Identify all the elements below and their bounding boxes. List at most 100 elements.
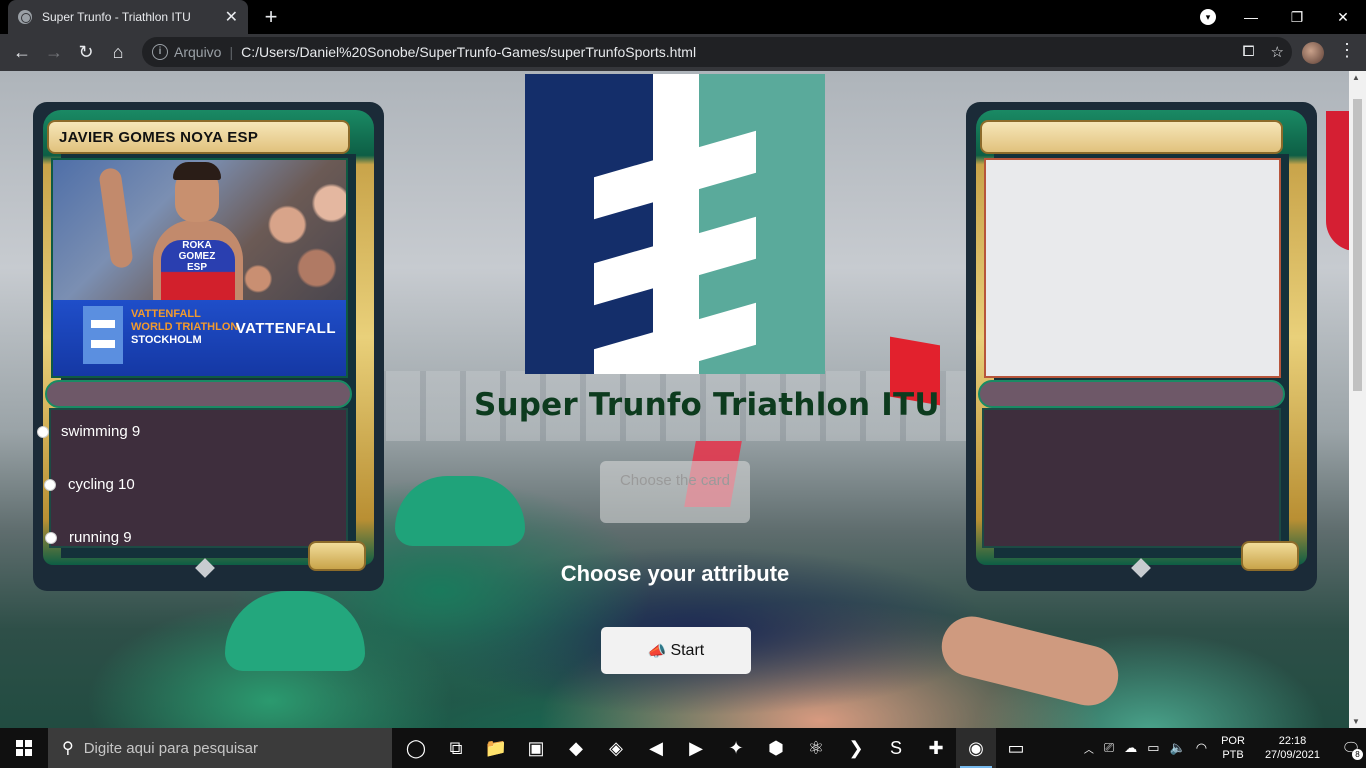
pycharm-icon[interactable]: ▣ xyxy=(516,728,556,768)
notification-badge: 8 xyxy=(1352,749,1363,760)
banner-brand: VATTENFALL xyxy=(235,320,336,337)
tab-title: Super Trunfo - Triathlon ITU xyxy=(42,10,191,24)
url-separator: | xyxy=(229,44,234,60)
url-text[interactable]: C:/Users/Daniel%20Sonobe/SuperTrunfo-Gam… xyxy=(241,44,696,60)
forward-button[interactable]: → xyxy=(38,37,70,69)
attribute-option-cycling[interactable]: cycling 10 xyxy=(44,476,135,493)
task-view-icon[interactable]: ◯ xyxy=(396,728,436,768)
radio-button[interactable] xyxy=(45,531,57,544)
python-icon[interactable]: ◆ xyxy=(556,728,596,768)
banner-line-1: VATTENFALL xyxy=(131,308,201,320)
page-scrollbar[interactable]: ▲ ▼ xyxy=(1349,71,1366,728)
search-placeholder: Digite aqui para pesquisar xyxy=(83,739,258,757)
tab-search-icon[interactable]: ▾ xyxy=(1200,9,1216,25)
player-card-photo: ROKA GOMEZ ESP VATTENFALL WORLD TRIATHLO… xyxy=(51,158,348,378)
taskbar-search[interactable]: ⚲ Digite aqui para pesquisar xyxy=(48,728,392,768)
visual-studio-icon[interactable]: ▶ xyxy=(676,728,716,768)
address-bar[interactable]: i Arquivo | C:/Users/Daniel%20Sonobe/Sup… xyxy=(142,37,1292,67)
choose-card-button[interactable]: Choose the card xyxy=(600,461,750,523)
clock-time: 22:18 xyxy=(1278,735,1307,747)
vscode-icon[interactable]: ◀ xyxy=(636,728,676,768)
photo-athlete-hair xyxy=(173,162,221,180)
radio-button[interactable] xyxy=(37,425,49,438)
scroll-up-icon[interactable]: ▲ xyxy=(1352,73,1360,82)
card-power-box xyxy=(308,541,366,571)
nodejs-icon[interactable]: ⬢ xyxy=(756,728,796,768)
powershell-icon[interactable]: ❯ xyxy=(836,728,876,768)
sublime-icon[interactable]: S xyxy=(876,728,916,768)
reload-button[interactable]: ↻ xyxy=(70,37,102,69)
new-tab-button[interactable]: + xyxy=(258,4,284,30)
choose-attribute-heading: Choose your attribute xyxy=(560,561,790,586)
player-card: JAVIER GOMES NOYA ESP ROKA GOMEZ ESP VAT… xyxy=(33,102,384,591)
onedrive-icon[interactable]: ☁ xyxy=(1124,740,1137,756)
translate-icon[interactable]: ⧠ xyxy=(1243,43,1255,61)
python-idle-icon[interactable]: ◈ xyxy=(596,728,636,768)
clock[interactable]: 22:18 27/09/2021 xyxy=(1265,734,1320,762)
globe-icon xyxy=(18,10,32,24)
battery-icon[interactable]: ▭ xyxy=(1147,740,1159,756)
back-button[interactable]: ← xyxy=(6,37,38,69)
tab-close-icon[interactable]: ✕ xyxy=(225,7,238,27)
slack-icon[interactable]: ✚ xyxy=(916,728,956,768)
browser-tab[interactable]: Super Trunfo - Triathlon ITU ✕ xyxy=(8,0,248,34)
banner-line-2: WORLD TRIATHLON xyxy=(131,321,239,333)
arrow-right-icon: → xyxy=(45,42,63,62)
clock-date: 27/09/2021 xyxy=(1264,749,1320,761)
windows-logo-icon xyxy=(16,740,32,756)
attribute-label: running 9 xyxy=(69,529,132,546)
background-swim-cap xyxy=(225,591,365,671)
attribute-option-running[interactable]: running 9 xyxy=(45,529,132,546)
world-triathlon-logo xyxy=(525,74,825,374)
minimize-button[interactable]: — xyxy=(1228,0,1274,34)
input-language[interactable]: POR PTB xyxy=(1221,734,1245,762)
megaphone-icon: 📣 xyxy=(647,642,667,660)
tray-icons: ⎚ ☁ ▭ 🔈 ◠ xyxy=(1104,740,1207,756)
start-button[interactable] xyxy=(0,728,48,768)
home-icon: ⌂ xyxy=(112,42,124,62)
timeline-icon[interactable]: ⧉ xyxy=(436,728,476,768)
opponent-card-photo xyxy=(984,158,1281,378)
radio-button[interactable] xyxy=(44,478,56,491)
info-icon[interactable]: i xyxy=(152,44,168,60)
chrome-icon[interactable]: ◉ xyxy=(956,728,996,768)
player-card-name: JAVIER GOMES NOYA ESP xyxy=(47,120,350,154)
photo-banner-text: VATTENFALL WORLD TRIATHLON STOCKHOLM xyxy=(131,308,238,347)
lang-line-2: PTB xyxy=(1222,749,1244,761)
background-athlete-leg xyxy=(935,610,1125,712)
page-title: Super Trunfo Triathlon ITU xyxy=(474,387,940,423)
home-button[interactable]: ⌂ xyxy=(102,37,134,69)
restore-button[interactable]: ❐ xyxy=(1274,0,1320,34)
windows-taskbar: ⚲ Digite aqui para pesquisar ◯ ⧉ 📁 ▣ ◆ ◈ ◀ ▶ ✦ ⬢ ⚛… xyxy=(0,728,1366,768)
terminal-icon[interactable]: ▭ xyxy=(996,728,1036,768)
volume-icon[interactable]: 🔈 xyxy=(1170,740,1186,756)
scroll-down-icon[interactable]: ▼ xyxy=(1352,717,1360,726)
start-label: Start xyxy=(670,641,705,659)
bookmark-star-icon[interactable]: ☆ xyxy=(1271,43,1284,61)
file-explorer-icon[interactable]: 📁 xyxy=(476,728,516,768)
wifi-icon[interactable]: ◠ xyxy=(1196,740,1207,756)
atom-icon[interactable]: ⚛ xyxy=(796,728,836,768)
opponent-card-name xyxy=(980,120,1283,154)
opponent-card xyxy=(966,102,1317,591)
profile-avatar[interactable] xyxy=(1302,42,1324,64)
notification-center-button[interactable]: 🗨 8 xyxy=(1336,728,1366,768)
card-type-bar xyxy=(978,380,1285,408)
menu-kebab-icon[interactable]: ⋮ xyxy=(1338,40,1356,61)
meet-now-icon[interactable]: ⎚ xyxy=(1104,740,1114,756)
tray-overflow-icon[interactable]: ︿ xyxy=(1084,741,1096,756)
scrollbar-thumb[interactable] xyxy=(1353,99,1362,391)
background-flag xyxy=(1326,111,1349,251)
close-window-button[interactable]: ✕ xyxy=(1320,0,1366,34)
sourcetree-icon[interactable]: ✦ xyxy=(716,728,756,768)
triathlon-logo-icon xyxy=(83,306,123,364)
browser-tab-bar: Super Trunfo - Triathlon ITU ✕ + ▾ — ❐ ✕ xyxy=(0,0,1366,34)
attribute-label: cycling 10 xyxy=(68,476,135,493)
start-button[interactable]: 📣 Start xyxy=(601,627,751,674)
attribute-label: swimming 9 xyxy=(61,423,141,440)
photo-suit-text: ROKA GOMEZ ESP xyxy=(178,240,216,273)
reload-icon: ↻ xyxy=(78,42,94,62)
page-viewport: JAVIER GOMES NOYA ESP ROKA GOMEZ ESP VAT… xyxy=(0,71,1349,728)
attribute-option-swimming[interactable]: swimming 9 xyxy=(37,423,140,440)
url-scheme-label: Arquivo xyxy=(174,44,222,60)
